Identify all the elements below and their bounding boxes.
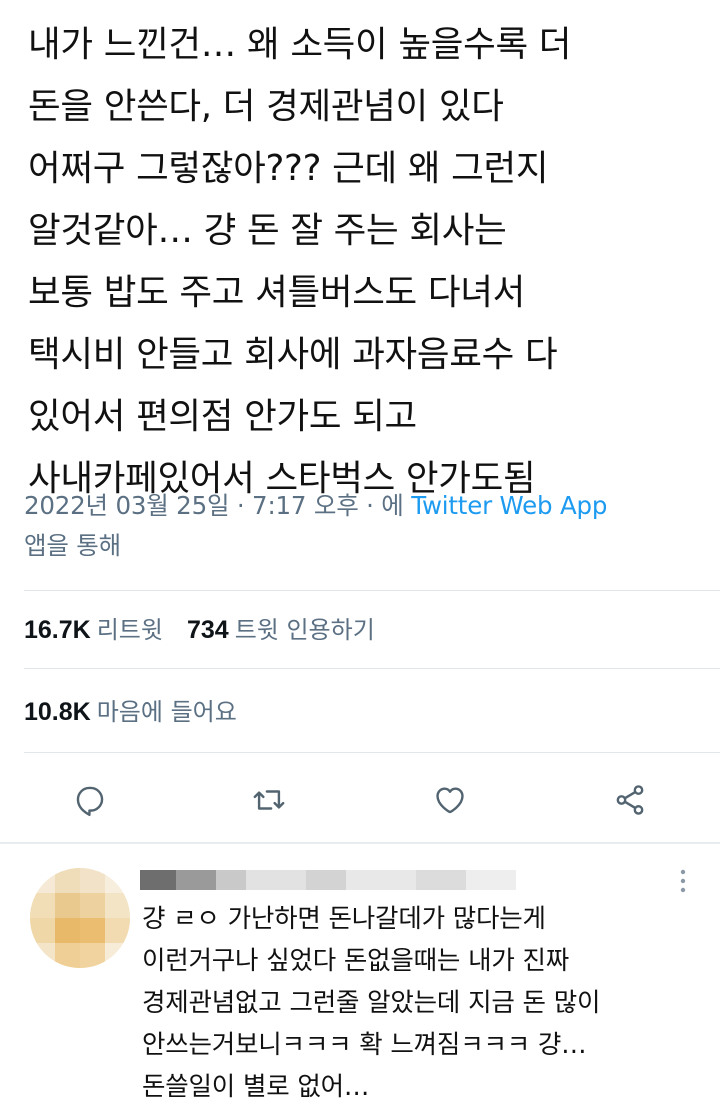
tweet-line: 택시비 안들고 회사에 과자음료수 다	[28, 334, 558, 375]
heart-icon	[436, 787, 464, 814]
retweet-button[interactable]	[249, 780, 289, 820]
like-stats: 10.8K 마음에 들어요	[24, 697, 237, 727]
blurred-user-name[interactable]	[140, 862, 530, 896]
avatar[interactable]	[30, 868, 130, 968]
source-link[interactable]: Twitter Web App	[411, 491, 607, 520]
reply-line: 안쓰는거보니ㅋㅋㅋ 확 느껴짐ㅋㅋㅋ 걍…	[142, 1030, 587, 1060]
comment-icon	[76, 786, 104, 817]
tweet-text: 내가 느낀건… 왜 소득이 높을수록 더 돈을 안쓴다, 더 경제관념이 있다 …	[28, 14, 708, 510]
reply-line: 경제관념없고 그런줄 알았는데 지금 돈 많이	[142, 988, 601, 1018]
retweet-count[interactable]: 16.7K	[24, 616, 91, 644]
source-suffix: 앱을 통해	[24, 531, 121, 560]
reply-text: 걍 ㄹㅇ 가난하면 돈나갈데가 많다는게 이런거구나 싶었다 돈없을때는 내가 …	[142, 898, 712, 1108]
tweet-actions	[0, 770, 720, 830]
share-button[interactable]	[610, 780, 650, 820]
retweet-label[interactable]: 리트윗	[97, 616, 163, 644]
like-count[interactable]: 10.8K	[24, 698, 91, 726]
more-icon[interactable]	[668, 866, 698, 896]
reply-line: 돈쓸일이 별로 없어…	[142, 1072, 370, 1102]
quote-label[interactable]: 트윗 인용하기	[235, 616, 375, 644]
divider	[24, 668, 720, 669]
divider	[24, 590, 720, 591]
tweet-line: 어쩌구 그렇잖아??? 근데 왜 그런지	[28, 148, 549, 189]
reply-line: 이런거구나 싶었다 돈없을때는 내가 진짜	[142, 946, 570, 976]
retweet-icon	[253, 790, 285, 810]
tweet-line: 내가 느낀건… 왜 소득이 높을수록 더	[28, 24, 572, 65]
share-icon	[616, 785, 644, 815]
like-label[interactable]: 마음에 들어요	[97, 698, 237, 726]
reply-button[interactable]	[70, 780, 110, 820]
retweet-stats: 16.7K 리트윗 734 트윗 인용하기	[24, 615, 375, 645]
tweet-line: 보통 밥도 주고 셔틀버스도 다녀서	[28, 272, 525, 313]
reply-line: 걍 ㄹㅇ 가난하면 돈나갈데가 많다는게	[142, 904, 546, 934]
tweet-line: 있어서 편의점 안가도 되고	[28, 396, 417, 437]
tweet-meta: 2022년 03월 25일 · 7:17 오후 · 에 Twitter Web …	[24, 486, 714, 566]
like-button[interactable]	[430, 780, 470, 820]
tweet-line: 알것같아… 걍 돈 잘 주는 회사는	[28, 210, 507, 251]
thread-separator	[0, 842, 720, 844]
tweet-line: 돈을 안쓴다, 더 경제관념이 있다	[28, 86, 504, 127]
divider	[24, 752, 720, 753]
tweet-datetime[interactable]: 2022년 03월 25일 · 7:17 오후 · 에	[24, 491, 411, 520]
quote-count[interactable]: 734	[187, 616, 229, 644]
